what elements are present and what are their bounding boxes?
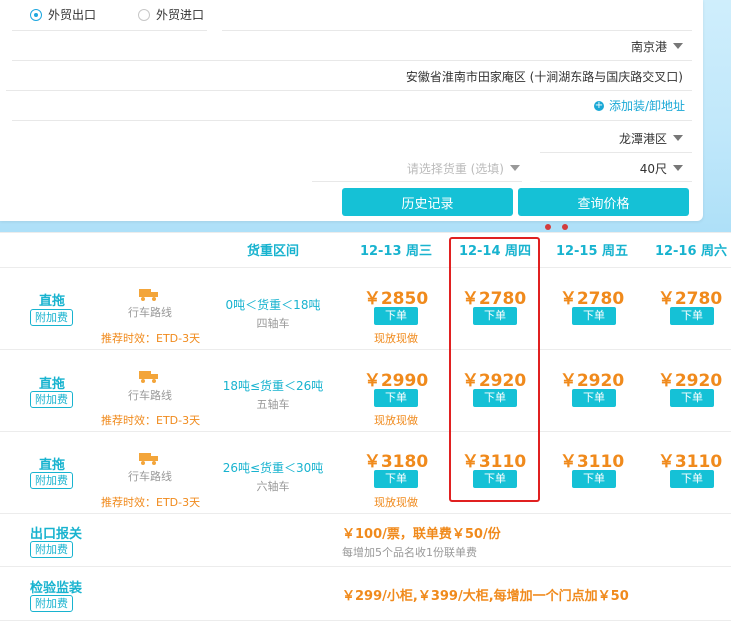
price: ￥3110 [657, 452, 723, 472]
price: ￥3110 [559, 452, 625, 472]
price: ￥2920 [559, 371, 625, 391]
row-divider [0, 349, 731, 350]
address-value: 安徽省淮南市田家庵区 (十涧湖东路与国庆路交叉口) [405, 69, 683, 84]
container-size-select[interactable]: 40尺 [640, 160, 683, 176]
radio-import[interactable] [138, 8, 151, 21]
date-header: 12-16 周六 [654, 244, 728, 259]
weight-range-header: 货重区间 [246, 244, 299, 259]
price: ￥2780 [657, 289, 723, 309]
truck-type: 六轴车 [256, 480, 290, 493]
price: ￥2850 [363, 289, 429, 309]
surcharge-tag[interactable]: 附加费 [30, 391, 73, 408]
service-title: 检验监装 [29, 581, 82, 596]
radio-export-label[interactable]: 外贸出口 [48, 6, 96, 23]
surcharge-tag[interactable]: 附加费 [30, 472, 73, 489]
recommended-eta: 推荐时效：ETD-3天 [101, 496, 201, 509]
surcharge-tag[interactable]: 附加费 [30, 541, 73, 558]
instant-release-note: 现放现做 [374, 414, 418, 427]
address-field[interactable]: 安徽省淮南市田家庵区 (十涧湖东路与国庆路交叉口) [406, 68, 683, 84]
divider [6, 90, 692, 91]
route-link[interactable]: 行车路线 [128, 387, 172, 403]
cargo-weight-placeholder: 请选择货重 (选填) [406, 161, 504, 176]
route-link[interactable]: 行车路线 [128, 468, 172, 484]
service-title: 直拖 [38, 294, 65, 309]
divider [540, 181, 692, 182]
route-link[interactable]: 行车路线 [128, 304, 172, 320]
instant-release-note: 现放现做 [374, 496, 418, 509]
date-header: 12-15 周五 [555, 244, 629, 259]
weight-range: 26吨≤货重＜30吨 [222, 461, 324, 475]
add-address-link[interactable]: + 添加装/卸地址 [593, 97, 685, 114]
price: ￥3180 [363, 452, 429, 472]
radio-export[interactable] [30, 8, 42, 21]
weight-range: 0吨＜货重＜18吨 [225, 298, 321, 312]
order-button[interactable]: 下单 [670, 307, 714, 325]
price: ￥2920 [657, 371, 723, 391]
row-divider [0, 431, 731, 432]
truck-icon [139, 453, 158, 465]
chevron-down-icon [510, 165, 520, 171]
divider [12, 60, 692, 61]
surcharge-tag[interactable]: 附加费 [30, 595, 73, 612]
container-size-value: 40尺 [639, 161, 667, 176]
radio-import-label[interactable]: 外贸进口 [156, 6, 204, 23]
row-divider [0, 513, 731, 514]
service-title: 出口报关 [29, 527, 82, 542]
port-value: 南京港 [630, 39, 667, 54]
divider [12, 30, 207, 31]
district-value: 龙潭港区 [618, 131, 667, 146]
customs-fee: ￥100/票，联单费￥50/份 [342, 527, 501, 542]
order-button[interactable]: 下单 [572, 389, 616, 407]
weight-range: 18吨≤货重＜26吨 [222, 379, 324, 393]
truck-icon [139, 289, 158, 301]
truck-icon [139, 371, 158, 383]
selected-date-highlight [449, 237, 540, 502]
query-form-card: 外贸出口 外贸进口 南京港 安徽省淮南市田家庵区 (十涧湖东路与国庆路交叉口) … [0, 0, 703, 221]
order-button[interactable]: 下单 [572, 307, 616, 325]
price: ￥2990 [363, 371, 429, 391]
chevron-down-icon [673, 43, 683, 49]
divider [222, 30, 692, 31]
query-price-button[interactable]: 查询价格 [518, 188, 689, 216]
row-divider [0, 620, 731, 621]
table-top-border [0, 232, 731, 233]
history-button[interactable]: 历史记录 [342, 188, 513, 216]
instant-release-note: 现放现做 [374, 332, 418, 345]
plus-icon: + [593, 99, 604, 111]
chevron-down-icon [673, 135, 683, 141]
row-divider [0, 566, 731, 567]
date-header: 12-13 周三 [359, 244, 433, 259]
district-select[interactable]: 龙潭港区 [619, 130, 683, 146]
divider [540, 152, 692, 153]
recommended-eta: 推荐时效：ETD-3天 [101, 332, 201, 345]
cargo-weight-select[interactable]: 请选择货重 (选填) [312, 160, 520, 176]
order-button[interactable]: 下单 [374, 470, 418, 488]
port-select[interactable]: 南京港 [631, 38, 683, 54]
surcharge-tag[interactable]: 附加费 [30, 309, 73, 326]
order-button[interactable]: 下单 [670, 389, 714, 407]
price: ￥2780 [559, 289, 625, 309]
map-marker [562, 224, 568, 230]
inspection-fee: ￥299/小柜,￥399/大柜,每增加一个门点加￥50 [342, 589, 629, 604]
truck-type: 五轴车 [256, 398, 290, 411]
recommended-eta: 推荐时效：ETD-3天 [101, 414, 201, 427]
add-address-label: 添加装/卸地址 [608, 99, 685, 113]
row-divider [0, 267, 731, 268]
customs-fee-note: 每增加5个品名收1份联单费 [342, 546, 477, 559]
map-marker [545, 224, 551, 230]
trade-type-radio-group: 外贸出口 外贸进口 [30, 6, 246, 23]
order-button[interactable]: 下单 [374, 307, 418, 325]
service-title: 直拖 [38, 458, 65, 473]
order-button[interactable]: 下单 [572, 470, 616, 488]
divider [312, 181, 522, 182]
order-button[interactable]: 下单 [374, 389, 418, 407]
chevron-down-icon [673, 165, 683, 171]
order-button[interactable]: 下单 [670, 470, 714, 488]
divider [12, 120, 692, 121]
truck-type: 四轴车 [256, 317, 290, 330]
service-title: 直拖 [38, 377, 65, 392]
